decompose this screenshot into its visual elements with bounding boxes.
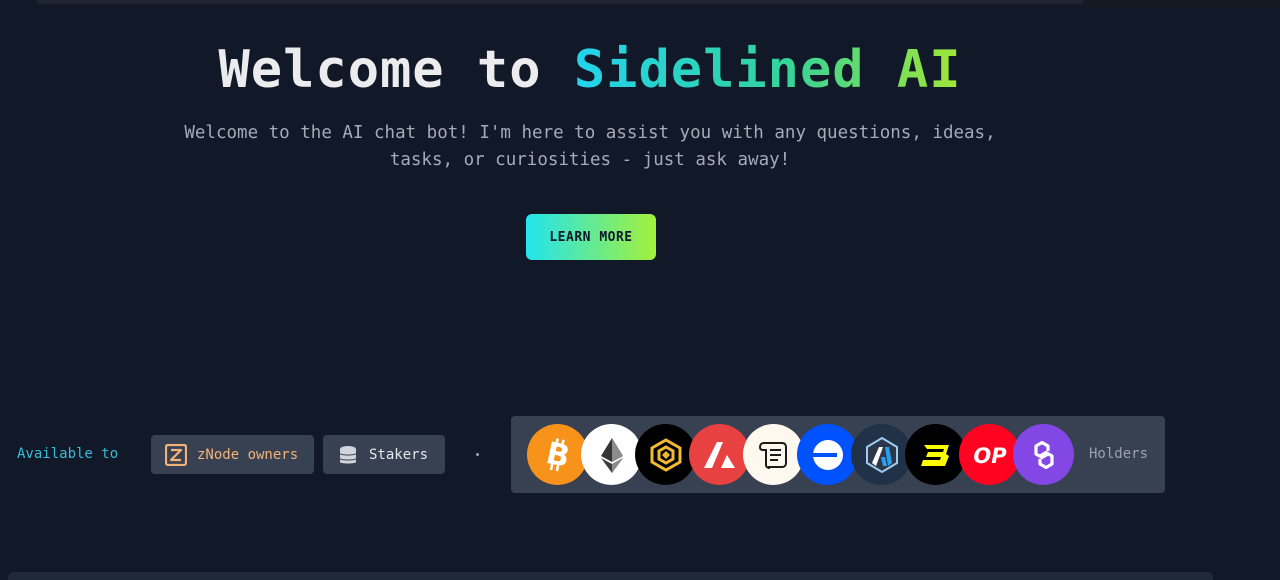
available-to-label: Available to bbox=[17, 446, 119, 462]
bnb-icon[interactable] bbox=[635, 424, 696, 485]
optimism-icon[interactable]: OP bbox=[959, 424, 1020, 485]
stakers-badge[interactable]: Stakers bbox=[323, 435, 445, 474]
stakers-label: Stakers bbox=[369, 446, 429, 463]
avalanche-icon[interactable] bbox=[689, 424, 750, 485]
hero-title-highlight: Sidelined AI bbox=[573, 40, 962, 100]
znode-owners-badge[interactable]: zNode owners bbox=[151, 435, 314, 474]
arbitrum-icon[interactable] bbox=[851, 424, 912, 485]
top-panel-edge-right bbox=[1084, 0, 1280, 8]
hero-subtitle: Welcome to the AI chat bot! I'm here to … bbox=[150, 120, 1030, 174]
optimism-text: OP bbox=[973, 444, 1007, 468]
base-icon[interactable] bbox=[797, 424, 858, 485]
znode-owners-label: zNode owners bbox=[197, 446, 299, 463]
top-panel-edge bbox=[36, 0, 1084, 4]
token-holders-panel: B OP Holders bbox=[511, 416, 1165, 493]
znode-icon bbox=[165, 443, 187, 466]
learn-more-button[interactable]: LEARN MORE bbox=[526, 214, 656, 260]
landing-page: Welcome to Sidelined AI Welcome to the A… bbox=[0, 0, 1280, 580]
hero-subtitle-line-2: tasks, or curiosities - just ask away! bbox=[389, 150, 791, 170]
bitcoin-icon[interactable]: B bbox=[527, 424, 588, 485]
blast-icon[interactable] bbox=[905, 424, 966, 485]
hero-subtitle-line-1: Welcome to the AI chat bot! I'm here to … bbox=[184, 123, 996, 143]
holders-label: Holders bbox=[1089, 446, 1149, 462]
separator-dot bbox=[476, 453, 479, 456]
ethereum-icon[interactable] bbox=[581, 424, 642, 485]
bottom-panel-edge bbox=[8, 572, 1213, 580]
hero-title: Welcome to Sidelined AI bbox=[0, 40, 1180, 100]
scroll-icon[interactable] bbox=[743, 424, 804, 485]
polygon-icon[interactable] bbox=[1013, 424, 1074, 485]
hero-title-prefix: Welcome to bbox=[218, 40, 574, 100]
database-icon bbox=[337, 444, 359, 466]
